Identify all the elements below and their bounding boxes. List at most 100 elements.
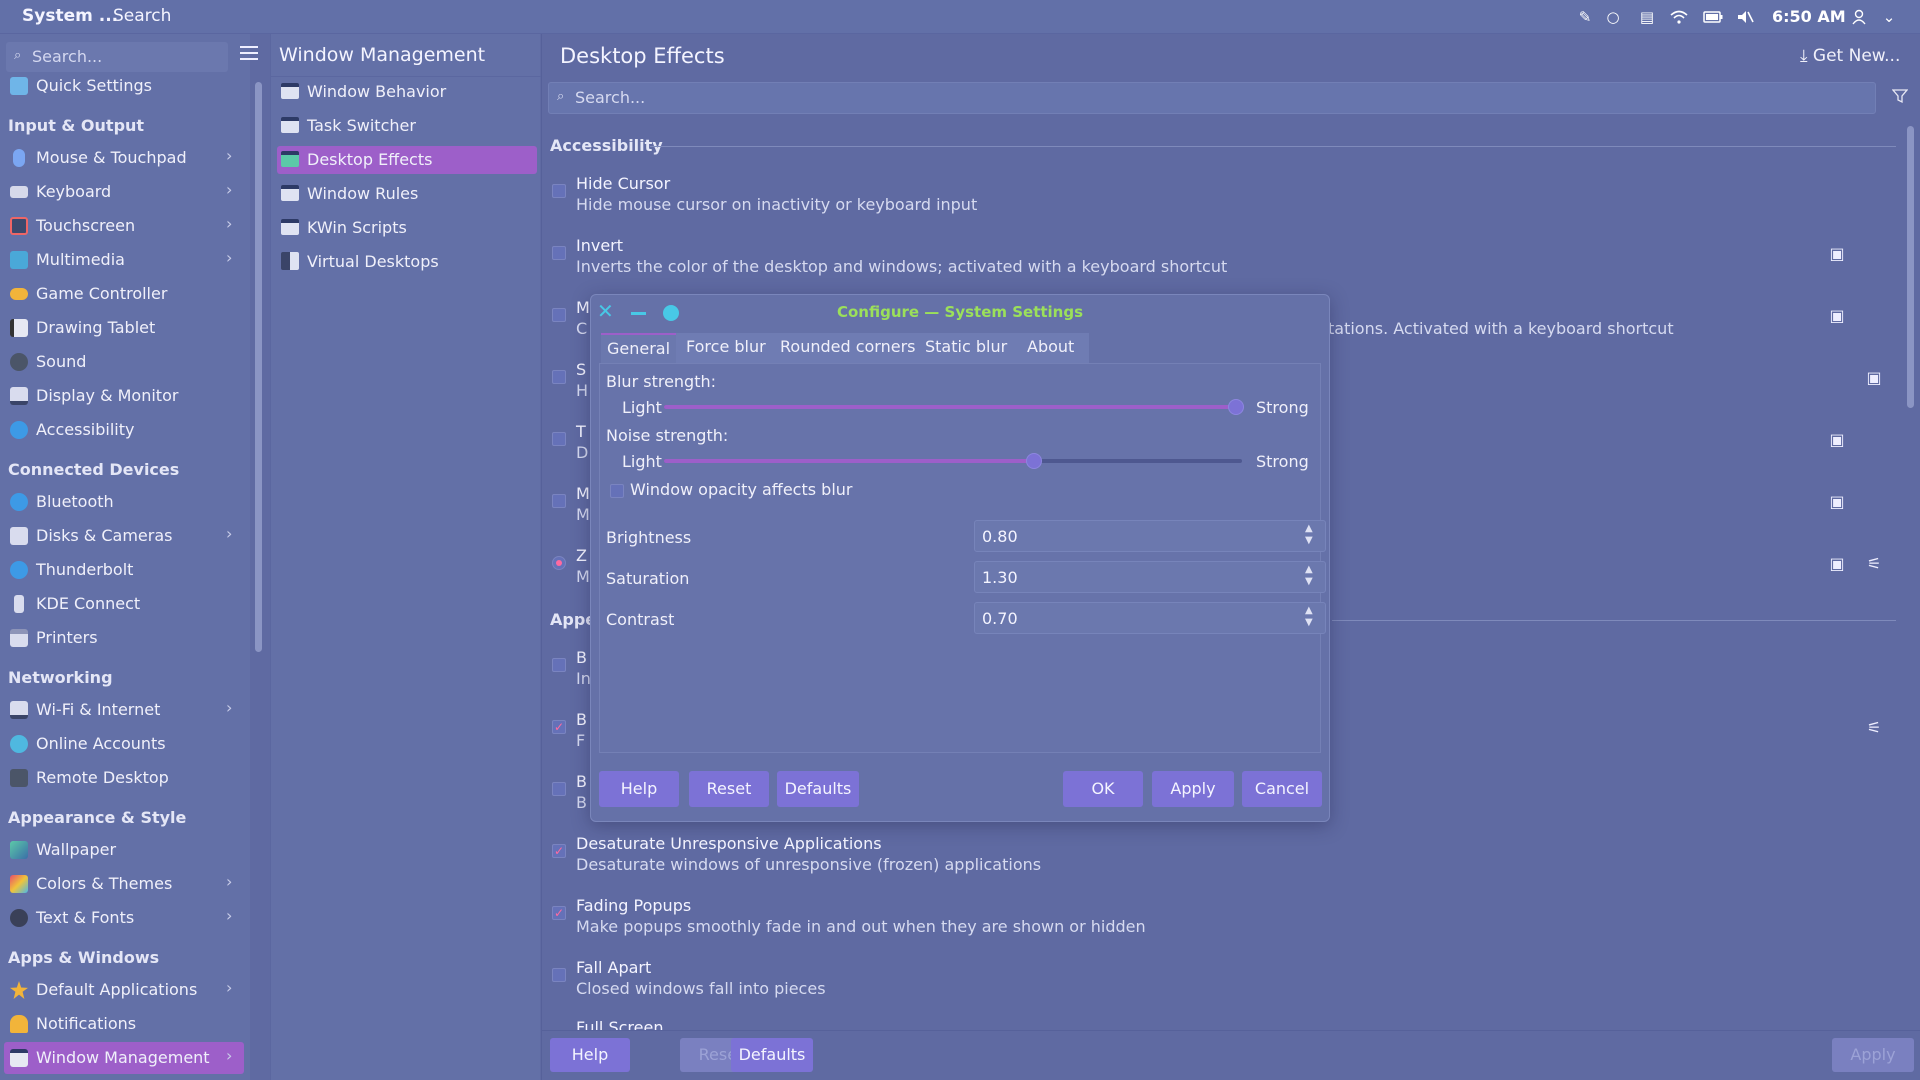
effect-checkbox-checked[interactable]: ✓ [552, 720, 566, 734]
dialog-defaults-button[interactable]: Defaults [777, 771, 859, 807]
wifi-icon[interactable] [1668, 6, 1690, 28]
filter-icon[interactable] [1891, 88, 1909, 109]
apply-button[interactable]: Apply [1832, 1038, 1914, 1072]
fall-apart-checkbox[interactable] [552, 968, 566, 982]
sidebar-item-multimedia[interactable]: Multimedia › [0, 244, 244, 276]
sidebar-item-colors-themes[interactable]: Colors & Themes › [0, 868, 244, 900]
effect-fading-popups: ✓ Fading Popups Make popups smoothly fad… [552, 896, 1852, 946]
magnifier-checkbox[interactable] [552, 308, 566, 322]
saturation-spinbox[interactable]: 1.30 ▲ ▼ [974, 561, 1326, 593]
sidebar-item-notifications[interactable]: Notifications [0, 1008, 244, 1040]
sidebar-item-remote-desktop[interactable]: Remote Desktop [0, 762, 244, 794]
blur-strength-handle[interactable] [1228, 399, 1245, 415]
subcategory-virtual-desktops[interactable]: Virtual Desktops [277, 248, 537, 276]
hide-cursor-checkbox[interactable] [552, 184, 566, 198]
battery-icon[interactable] [1702, 6, 1724, 28]
sidebar-item-printers[interactable]: Printers [0, 622, 244, 654]
subcategory-task-switcher[interactable]: Task Switcher [277, 112, 537, 140]
fading-popups-checkbox[interactable]: ✓ [552, 906, 566, 920]
tab-static-blur[interactable]: Static blur [919, 333, 1013, 363]
sidebar-item-text-fonts[interactable]: Text & Fonts › [0, 902, 244, 934]
spin-arrows-icon[interactable]: ▲ ▼ [1305, 564, 1313, 588]
configure-icon[interactable]: ⚟ [1864, 718, 1884, 738]
subcategory-window-rules[interactable]: Window Rules [277, 180, 537, 208]
dialog-help-button[interactable]: Help [599, 771, 679, 807]
about-icon[interactable]: ▣ [1827, 554, 1847, 574]
subcategory-window-behavior[interactable]: Window Behavior [277, 78, 537, 106]
subcategory-desktop-effects[interactable]: Desktop Effects [277, 146, 537, 174]
dialog-reset-button[interactable]: Reset [689, 771, 769, 807]
about-icon[interactable]: ▣ [1827, 492, 1847, 512]
sidebar-item-quick-settings[interactable]: Quick Settings [0, 70, 244, 102]
sidebar-item-kde-connect[interactable]: KDE Connect [0, 588, 244, 620]
sidebar-item-mouse-touchpad[interactable]: Mouse & Touchpad › [0, 142, 244, 174]
sidebar-item-accessibility[interactable]: Accessibility [0, 414, 244, 446]
sidebar-item-wifi-internet[interactable]: Wi-Fi & Internet › [0, 694, 244, 726]
tab-about[interactable]: About [1021, 333, 1080, 363]
spin-arrows-icon[interactable]: ▲ ▼ [1305, 605, 1313, 629]
invert-checkbox[interactable] [552, 246, 566, 260]
dialog-ok-button[interactable]: OK [1063, 771, 1143, 807]
search-link[interactable]: Search [113, 6, 171, 26]
effect-checkbox[interactable] [552, 494, 566, 508]
dialog-apply-button[interactable]: Apply [1152, 771, 1234, 807]
script-icon [281, 219, 299, 235]
sidebar: ⌕ Search... Quick Settings Input & Outpu… [0, 34, 262, 1080]
hamburger-menu-icon[interactable] [240, 46, 258, 60]
blur-strength-slider[interactable] [664, 405, 1242, 409]
configure-icon[interactable]: ⚟ [1864, 554, 1884, 574]
desaturate-checkbox[interactable]: ✓ [552, 844, 566, 858]
clock[interactable]: 6:50 AM [1772, 7, 1846, 26]
effects-search-input[interactable]: ⌕ Search... [548, 82, 1876, 114]
sidebar-item-display-monitor[interactable]: Display & Monitor [0, 380, 244, 412]
sidebar-item-thunderbolt[interactable]: Thunderbolt [0, 554, 244, 586]
contrast-spinbox[interactable]: 0.70 ▲ ▼ [974, 602, 1326, 634]
subcategory-label: Window Behavior [307, 82, 447, 101]
tab-general[interactable]: General [601, 333, 677, 363]
about-icon[interactable]: ▣ [1827, 306, 1847, 326]
sidebar-item-touchscreen[interactable]: Touchscreen › [0, 210, 244, 242]
sidebar-item-game-controller[interactable]: Game Controller [0, 278, 244, 310]
tab-rounded-corners[interactable]: Rounded corners [774, 333, 922, 363]
dialog-cancel-button[interactable]: Cancel [1242, 771, 1322, 807]
sidebar-search-input[interactable]: ⌕ Search... [6, 42, 228, 72]
noise-strength-slider[interactable] [664, 459, 1242, 463]
about-icon[interactable]: ▣ [1827, 430, 1847, 450]
sidebar-item-window-management[interactable]: Window Management › [4, 1042, 244, 1074]
spin-arrows-icon[interactable]: ▲ ▼ [1305, 523, 1313, 547]
sidebar-scrollbar[interactable] [255, 82, 262, 652]
sidebar-item-bluetooth[interactable]: Bluetooth [0, 486, 244, 518]
help-button[interactable]: Help [550, 1038, 630, 1072]
brightness-spinbox[interactable]: 0.80 ▲ ▼ [974, 520, 1326, 552]
monitor-icon [10, 387, 28, 405]
sidebar-item-default-applications[interactable]: Default Applications › [0, 974, 244, 1006]
chevron-down-icon[interactable]: ⌄ [1878, 6, 1900, 28]
pen-icon[interactable]: ✎ [1574, 6, 1596, 28]
top-panel: System ... Search ✎ ○ ▤ 6:50 AM ⌄ [0, 0, 1920, 34]
about-icon[interactable]: ▣ [1827, 244, 1847, 264]
dialog-titlebar[interactable]: ✕ Configure — System Settings [591, 295, 1329, 329]
about-icon[interactable]: ▣ [1864, 368, 1884, 388]
sidebar-item-disks-cameras[interactable]: Disks & Cameras › [0, 520, 244, 552]
effect-radio[interactable] [552, 556, 566, 570]
sidebar-item-sound[interactable]: Sound [0, 346, 244, 378]
effect-checkbox[interactable] [552, 370, 566, 384]
circle-icon[interactable]: ○ [1602, 6, 1624, 28]
sidebar-item-online-accounts[interactable]: Online Accounts [0, 728, 244, 760]
subcategory-kwin-scripts[interactable]: KWin Scripts [277, 214, 537, 242]
sidebar-item-keyboard[interactable]: Keyboard › [0, 176, 244, 208]
sidebar-item-wallpaper[interactable]: Wallpaper [0, 834, 244, 866]
main-scrollbar[interactable] [1907, 126, 1914, 408]
get-new-button[interactable]: ⤓ Get New... [1800, 46, 1900, 66]
tab-force-blur[interactable]: Force blur [680, 333, 772, 363]
user-icon[interactable] [1848, 6, 1870, 28]
volume-muted-icon[interactable] [1734, 6, 1756, 28]
sidebar-item-drawing-tablet[interactable]: Drawing Tablet [0, 312, 244, 344]
effect-checkbox[interactable] [552, 432, 566, 446]
effect-checkbox[interactable] [552, 658, 566, 672]
defaults-button[interactable]: Defaults [731, 1038, 813, 1072]
window-opacity-checkbox[interactable] [610, 484, 624, 498]
effect-checkbox[interactable] [552, 782, 566, 796]
noise-strength-handle[interactable] [1025, 453, 1042, 469]
clipboard-icon[interactable]: ▤ [1636, 6, 1658, 28]
